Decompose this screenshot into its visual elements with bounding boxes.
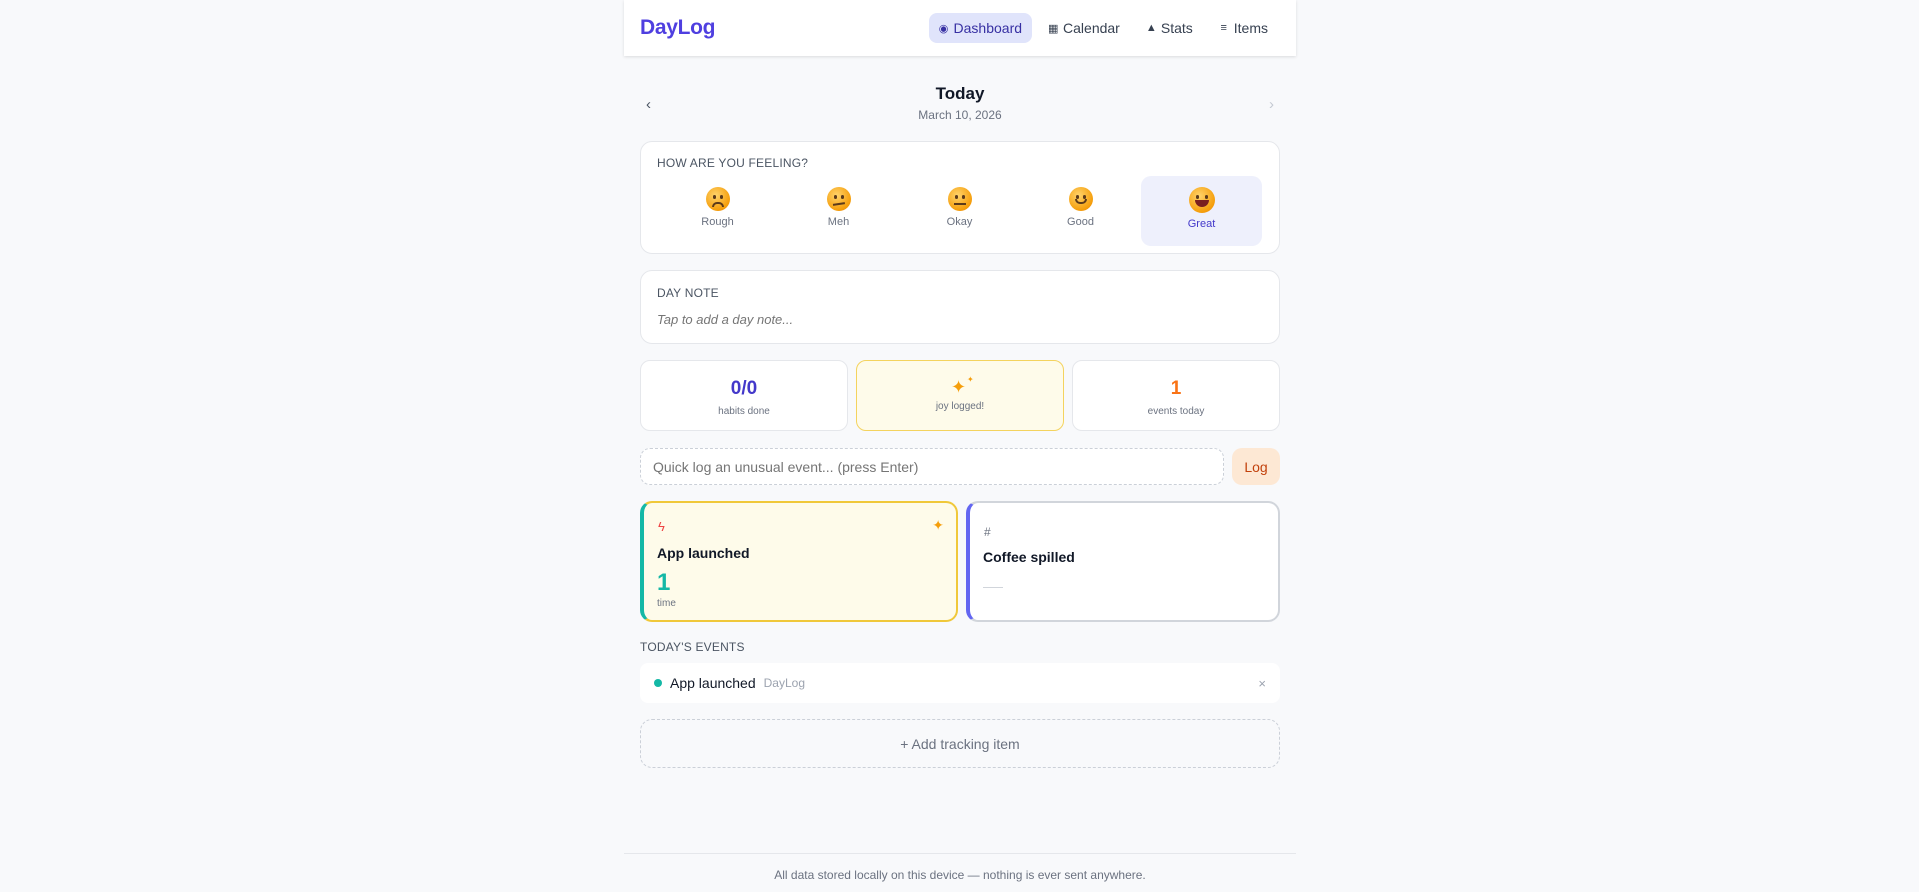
mood-option-label: Good [1067, 216, 1094, 228]
events-value: 1 [1170, 378, 1182, 399]
joy-stat: ✦ ✦ joy logged! [856, 360, 1064, 431]
day-note-input[interactable] [657, 312, 1257, 327]
tracking-item-title: App launched [657, 545, 750, 561]
tracking-item-coffee-spilled[interactable]: # Coffee spilled [966, 501, 1280, 622]
meh-face-icon [826, 187, 851, 211]
nav-stats[interactable]: ▲ Stats [1136, 13, 1203, 43]
event-row: App launched DayLog × [640, 663, 1280, 703]
footer-divider [624, 853, 1296, 854]
day-date: March 10, 2026 [918, 108, 1002, 122]
next-day-icon[interactable]: › [1269, 96, 1274, 113]
main-nav: ◉ Dashboard ▦ Calendar ▲ Stats ≡ Items [928, 13, 1278, 43]
mood-option-okay[interactable]: Okay [899, 176, 1020, 246]
mood-option-label: Okay [946, 216, 973, 228]
tracking-item-unit: time [657, 598, 676, 609]
day-header: ‹ Today March 10, 2026 › [624, 56, 1296, 146]
items-icon: ≡ [1220, 22, 1227, 34]
habits-value: 0/0 [730, 378, 758, 399]
tracking-item-empty-count [983, 587, 1003, 588]
mood-option-good[interactable]: Good [1020, 176, 1141, 246]
sparkle-icon: ✦ [932, 517, 944, 533]
day-title: Today [935, 84, 985, 103]
good-face-icon [1068, 187, 1093, 211]
mood-option-rough[interactable]: Rough [657, 176, 778, 246]
tracking-item-app-launched[interactable]: ϟ ✦ App launched 1 time [640, 501, 958, 622]
okay-face-icon [947, 187, 972, 211]
event-name: App launched [670, 675, 756, 691]
hash-icon: # [984, 525, 991, 539]
nav-dashboard-label: Dashboard [953, 20, 1023, 36]
mood-card: How are you feeling? Rough Meh Okay Good… [640, 141, 1280, 254]
quick-log-input[interactable] [640, 448, 1224, 485]
app-container: DayLog ◉ Dashboard ▦ Calendar ▲ Stats ≡ … [624, 0, 1296, 892]
add-tracking-item-button[interactable]: + Add tracking item [640, 719, 1280, 768]
log-button[interactable]: Log [1232, 448, 1280, 485]
joy-label: joy logged! [935, 401, 985, 412]
header: DayLog ◉ Dashboard ▦ Calendar ▲ Stats ≡ … [624, 0, 1296, 56]
great-face-icon [1188, 187, 1215, 213]
mood-option-meh[interactable]: Meh [778, 176, 899, 246]
lightning-icon: ϟ [658, 519, 665, 534]
todays-events-label: Today's events [640, 640, 745, 654]
habits-stat: 0/0 habits done [640, 360, 848, 431]
events-count-label: events today [1147, 406, 1205, 417]
rough-face-icon [705, 187, 730, 211]
nav-dashboard[interactable]: ◉ Dashboard [928, 13, 1033, 43]
event-source: DayLog [763, 676, 806, 690]
day-note-label: Day note [657, 286, 719, 300]
event-dot-icon [654, 679, 662, 687]
tracking-item-title: Coffee spilled [983, 549, 1075, 565]
remove-event-icon[interactable]: × [1258, 676, 1266, 691]
dashboard-icon: ◉ [938, 22, 949, 35]
brand-logo[interactable]: DayLog [640, 16, 716, 40]
mood-options: Rough Meh Okay Good Great [657, 176, 1269, 246]
mood-option-label: Rough [701, 216, 734, 228]
mood-option-great[interactable]: Great [1141, 176, 1262, 246]
nav-stats-label: Stats [1160, 20, 1193, 36]
calendar-icon: ▦ [1048, 22, 1059, 35]
sparkle-icon: ✦ ✦ [951, 375, 974, 397]
habits-label: habits done [718, 406, 770, 417]
mood-option-label: Meh [827, 216, 850, 228]
nav-calendar-label: Calendar [1063, 20, 1120, 36]
mood-option-label: Great [1187, 218, 1216, 230]
stats-icon: ▲ [1145, 22, 1157, 34]
mood-label: How are you feeling? [657, 156, 809, 170]
tracking-item-count: 1 [657, 569, 671, 596]
nav-items[interactable]: ≡ Items [1209, 13, 1278, 43]
nav-calendar[interactable]: ▦ Calendar [1038, 13, 1130, 43]
footer-text: All data stored locally on this device —… [774, 868, 1146, 882]
nav-items-label: Items [1233, 20, 1268, 36]
events-stat: 1 events today [1072, 360, 1280, 431]
day-note-card[interactable]: Day note [640, 270, 1280, 344]
